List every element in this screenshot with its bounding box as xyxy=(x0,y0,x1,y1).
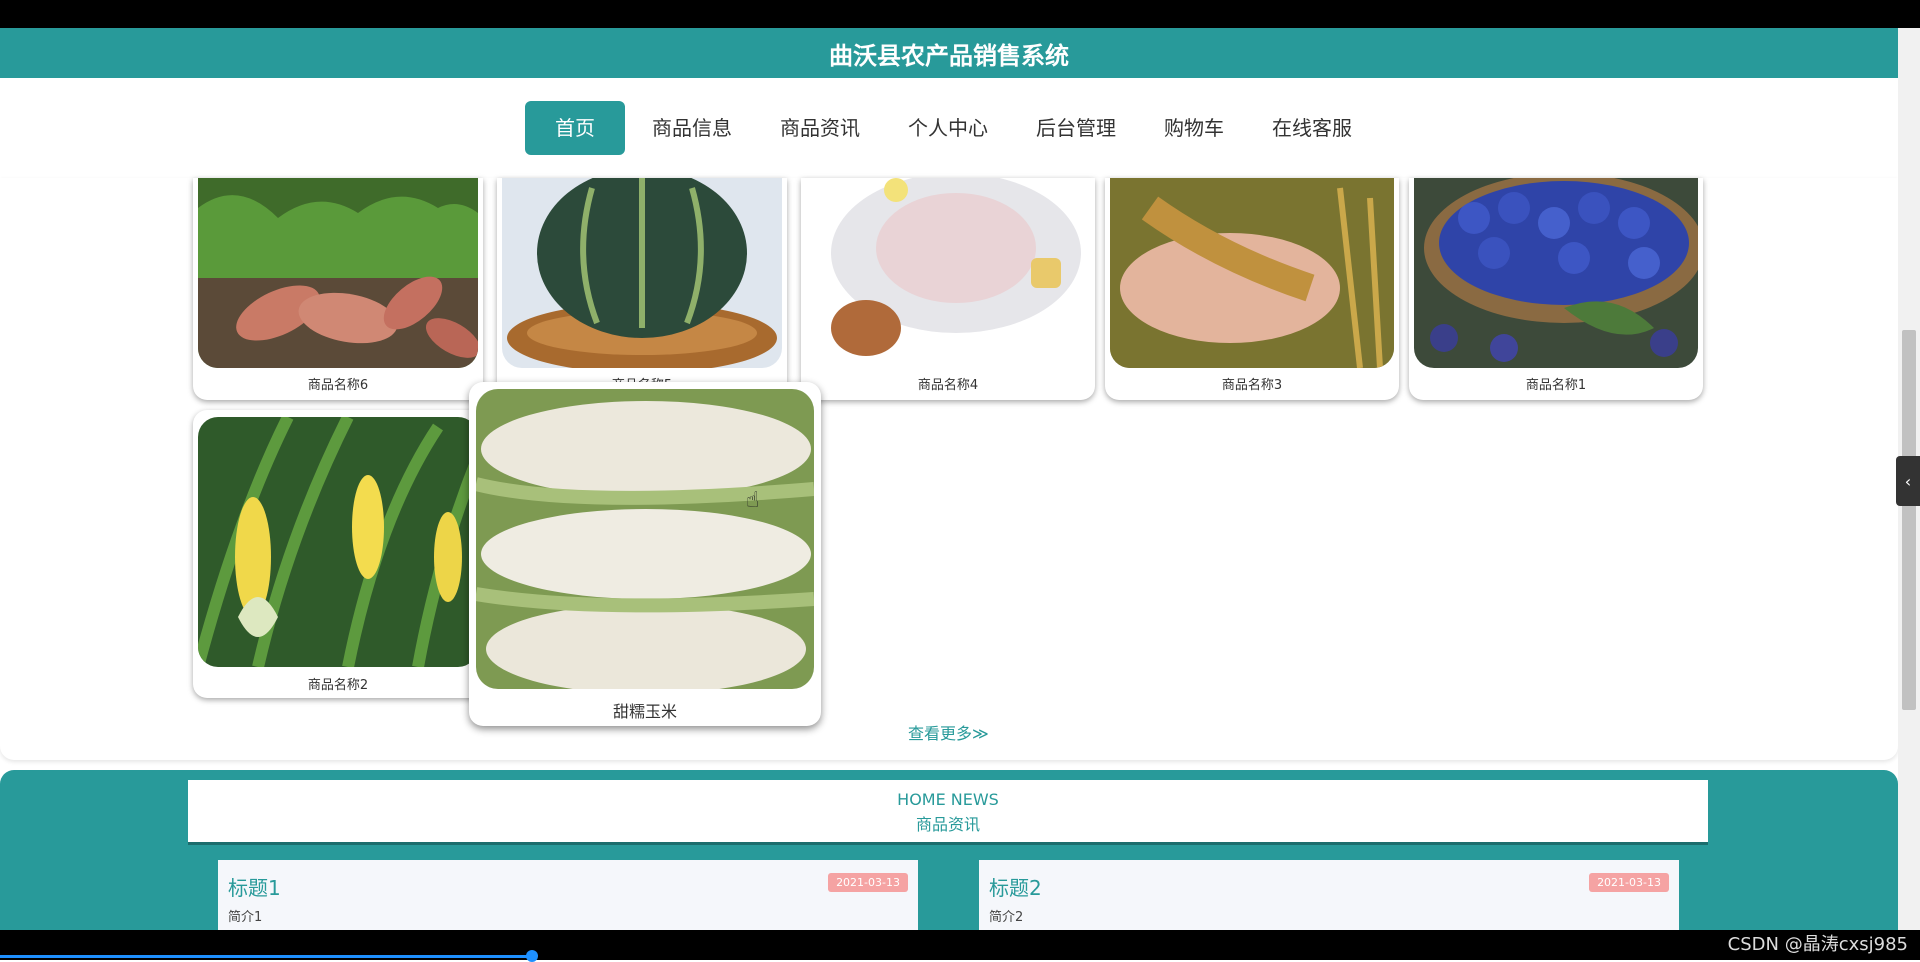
main-nav: 首页 商品信息 商品资讯 个人中心 后台管理 购物车 在线客服 xyxy=(0,78,1898,178)
product-card[interactable]: 商品名称2 xyxy=(193,410,483,698)
nav-cart[interactable]: 购物车 xyxy=(1143,101,1245,155)
product-name: 商品名称3 xyxy=(1221,378,1283,393)
nav-profile[interactable]: 个人中心 xyxy=(887,101,1009,155)
hand-cursor-icon: ☝ xyxy=(746,488,760,513)
scrollbar-thumb[interactable] xyxy=(1902,330,1916,710)
news-date-badge: 2021-03-13 xyxy=(828,873,908,892)
chevron-left-icon[interactable]: ‹ xyxy=(1896,456,1920,506)
nav-admin[interactable]: 后台管理 xyxy=(1015,101,1137,155)
view-more-link[interactable]: 查看更多≫ xyxy=(908,720,989,744)
news-summary: 简介1 xyxy=(228,910,263,925)
chicken-image xyxy=(806,178,1090,368)
sweet-potato-image xyxy=(198,178,478,368)
rice-image xyxy=(1110,178,1394,368)
product-card[interactable]: 商品名称6 xyxy=(193,178,483,400)
product-card[interactable]: 商品名称1 xyxy=(1409,178,1703,400)
news-card[interactable]: 标题2 2021-03-13 简介2 xyxy=(979,860,1679,930)
product-card[interactable]: 商品名称4 xyxy=(801,178,1095,400)
news-card[interactable]: 标题1 2021-03-13 简介1 xyxy=(218,860,918,930)
product-card[interactable]: 商品名称3 xyxy=(1105,178,1399,400)
news-title-en: HOME NEWS xyxy=(897,790,999,809)
news-summary: 简介2 xyxy=(989,910,1024,925)
site-title: 曲沃县农产品销售系统 xyxy=(829,41,1069,70)
corn-field-image xyxy=(198,417,478,667)
product-name: 商品名称4 xyxy=(917,378,979,393)
product-name: 商品名称6 xyxy=(307,378,369,393)
nav-support[interactable]: 在线客服 xyxy=(1251,101,1373,155)
product-card[interactable]: 商品名称5 xyxy=(497,178,787,400)
product-name: 甜糯玉米 xyxy=(612,702,677,721)
nav-products[interactable]: 商品信息 xyxy=(631,101,753,155)
site-title-bar: 曲沃县农产品销售系统 xyxy=(0,28,1898,78)
product-name: 商品名称2 xyxy=(307,678,369,693)
video-progress-bar[interactable] xyxy=(0,955,530,958)
white-corn-image xyxy=(476,389,814,689)
nav-home[interactable]: 首页 xyxy=(525,101,625,155)
browser-top-bar xyxy=(0,0,1920,28)
product-card-hovered[interactable]: 甜糯玉米 xyxy=(469,382,821,726)
news-title: 标题1 xyxy=(228,876,281,900)
video-progress-handle[interactable] xyxy=(526,950,538,962)
news-title: 标题2 xyxy=(989,876,1042,900)
pumpkin-image xyxy=(502,178,782,368)
plum-image xyxy=(1414,178,1698,368)
product-name: 商品名称1 xyxy=(1525,378,1587,393)
news-title-cn: 商品资讯 xyxy=(915,815,980,834)
news-header: HOME NEWS 商品资讯 xyxy=(188,780,1708,845)
news-date-badge: 2021-03-13 xyxy=(1589,873,1669,892)
nav-news[interactable]: 商品资讯 xyxy=(759,101,881,155)
watermark: CSDN @晶涛cxsj985 xyxy=(1727,934,1908,955)
